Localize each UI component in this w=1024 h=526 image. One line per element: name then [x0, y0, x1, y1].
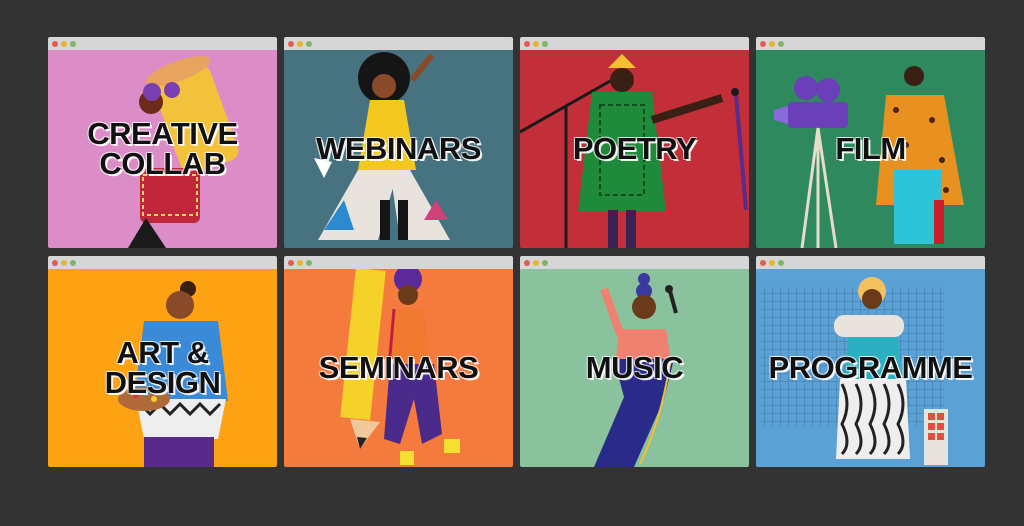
maximize-dot-icon — [778, 259, 784, 266]
window-titlebar — [520, 37, 749, 50]
card-webinars[interactable]: WEBINARS — [284, 37, 513, 248]
window-titlebar — [48, 256, 277, 269]
card-panel: SEMINARS — [284, 269, 513, 467]
close-dot-icon — [288, 40, 294, 47]
close-dot-icon — [524, 259, 530, 266]
card-title: PROGRAMME — [768, 350, 973, 385]
close-dot-icon — [52, 259, 58, 266]
window-titlebar — [520, 256, 749, 269]
minimize-dot-icon — [61, 40, 67, 47]
minimize-dot-icon — [769, 259, 775, 266]
close-dot-icon — [288, 259, 294, 266]
card-film[interactable]: FILM — [756, 37, 985, 248]
maximize-dot-icon — [70, 40, 76, 47]
card-panel: ART & DESIGN — [48, 269, 277, 467]
minimize-dot-icon — [297, 40, 303, 47]
maximize-dot-icon — [306, 259, 312, 266]
card-art-design[interactable]: ART & DESIGN — [48, 256, 277, 467]
minimize-dot-icon — [297, 259, 303, 266]
card-title: CREATIVE COLLAB — [87, 116, 238, 181]
card-seminars[interactable]: SEMINARS — [284, 256, 513, 467]
card-title: POETRY — [572, 131, 697, 166]
maximize-dot-icon — [306, 40, 312, 47]
window-titlebar — [48, 37, 277, 50]
card-panel: WEBINARS — [284, 50, 513, 248]
card-music[interactable]: MUSIC — [520, 256, 749, 467]
minimize-dot-icon — [61, 259, 67, 266]
close-dot-icon — [760, 259, 766, 266]
card-panel: MUSIC — [520, 269, 749, 467]
minimize-dot-icon — [769, 40, 775, 47]
card-programme[interactable]: PROGRAMME — [756, 256, 985, 467]
maximize-dot-icon — [778, 40, 784, 47]
maximize-dot-icon — [542, 259, 548, 266]
card-title: FILM — [835, 131, 906, 166]
card-title: WEBINARS — [316, 131, 481, 166]
card-creative-collab[interactable]: CREATIVE COLLAB — [48, 37, 277, 248]
window-titlebar — [284, 256, 513, 269]
close-dot-icon — [524, 40, 530, 47]
card-title: SEMINARS — [318, 350, 479, 385]
category-grid: CREATIVE COLLAB WEBINARS POETRY FILM ART… — [48, 37, 985, 467]
card-title: MUSIC — [585, 350, 684, 385]
card-poetry[interactable]: POETRY — [520, 37, 749, 248]
close-dot-icon — [52, 40, 58, 47]
card-panel: POETRY — [520, 50, 749, 248]
minimize-dot-icon — [533, 40, 539, 47]
card-title: ART & DESIGN — [104, 335, 221, 400]
window-titlebar — [756, 256, 985, 269]
card-panel: PROGRAMME — [756, 269, 985, 467]
maximize-dot-icon — [70, 259, 76, 266]
window-titlebar — [284, 37, 513, 50]
card-panel: FILM — [756, 50, 985, 248]
card-panel: CREATIVE COLLAB — [48, 50, 277, 248]
close-dot-icon — [760, 40, 766, 47]
window-titlebar — [756, 37, 985, 50]
minimize-dot-icon — [533, 259, 539, 266]
maximize-dot-icon — [542, 40, 548, 47]
